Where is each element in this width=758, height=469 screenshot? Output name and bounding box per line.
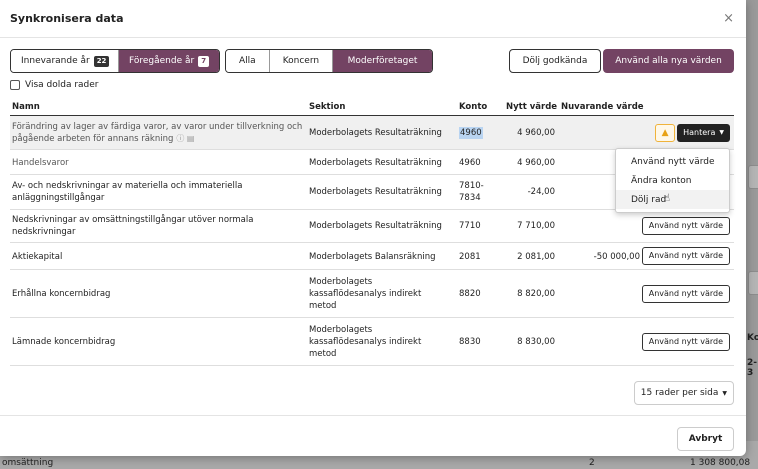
background-text: 2 [589, 458, 595, 468]
use-new-value-button[interactable]: Använd nytt värde [641, 247, 730, 265]
tab-previous-year[interactable]: Föregående år 7 [119, 50, 219, 72]
row-section: Moderbolagets Resultaträkning [309, 157, 442, 168]
row-account-text: 4960 [459, 127, 483, 139]
background-button [748, 271, 758, 295]
tab-parent-company[interactable]: Moderföretaget [333, 50, 432, 72]
row-section: Moderbolagets Resultaträkning [309, 128, 442, 138]
row-section: Moderbolagets Resultaträkning [309, 187, 442, 197]
row-name: Lämnade koncernbidrag [12, 337, 116, 347]
row-actions: Använd nytt värde [641, 217, 730, 235]
row-actions: Använd nytt värde [641, 333, 730, 351]
hide-approved-button[interactable]: Dölj godkända [509, 49, 601, 73]
cancel-button[interactable]: Avbryt [677, 427, 734, 451]
use-new-value-button[interactable]: Använd nytt värde [641, 333, 730, 351]
row-new-value: 8 820,00 [517, 289, 555, 299]
use-new-value-button[interactable]: Använd nytt värde [641, 217, 730, 235]
use-new-value-button[interactable]: Använd nytt värde [641, 285, 730, 303]
manage-dropdown-button[interactable]: Hantera ▼ [677, 124, 730, 142]
menu-item-use-new-value[interactable]: Använd nytt värde [616, 152, 729, 171]
row-name-text: Förändring av lager av färdiga varor, av… [12, 122, 303, 144]
row-section: Moderbolagets Resultaträkning [309, 221, 442, 231]
hand-cursor-icon: ☝ [664, 193, 671, 204]
menu-item-change-accounts[interactable]: Ändra konton [616, 171, 729, 190]
row-name: Förändring av lager av färdiga varor, av… [12, 120, 307, 146]
sync-data-modal: Synkronisera data × Innevarande år 22 Fö… [0, 0, 746, 456]
table-row: Lämnade koncernbidrag Moderbolagets kass… [10, 318, 734, 366]
modal-header: Synkronisera data [0, 0, 746, 38]
toolbar: Innevarande år 22 Föregående år 7 Alla K… [10, 49, 734, 73]
row-name: Handelsvaror [12, 157, 69, 168]
row-new-value: 7 710,00 [517, 221, 555, 231]
background-text: Ko [747, 333, 758, 343]
background-text: 2-3 [747, 358, 757, 378]
row-section: Moderbolagets kassaflödesanalys indirekt… [309, 277, 422, 311]
row-account: 2081 [459, 251, 481, 262]
row-account: 7710 [459, 221, 481, 231]
table-row: Erhållna koncernbidrag Moderbolagets kas… [10, 270, 734, 318]
row-account: 4960 [459, 157, 481, 168]
manage-dropdown-menu: Använd nytt värde Ändra konton Dölj rad [615, 148, 730, 213]
row-name: Aktiekapital [12, 251, 63, 262]
warning-icon: ▲ [655, 124, 676, 142]
caret-down-icon: ▼ [722, 389, 727, 397]
tab-current-year[interactable]: Innevarande år 22 [11, 50, 119, 72]
modal-title: Synkronisera data [10, 12, 124, 25]
row-current-value: -50 000,00 [593, 251, 640, 262]
table-row: Nedskrivningar av omsättningstillgångar … [10, 210, 734, 243]
tab-group[interactable]: Koncern [269, 50, 334, 72]
row-actions: Använd nytt värde [641, 247, 730, 265]
row-new-value: 4 960,00 [517, 157, 555, 168]
row-name: Nedskrivningar av omsättningstillgångar … [12, 215, 254, 237]
header-name: Namn [12, 102, 40, 112]
tab-all[interactable]: Alla [226, 50, 270, 72]
row-section: Moderbolagets Balansräkning [309, 251, 436, 262]
row-new-value: 2 081,00 [517, 251, 555, 262]
manage-label: Hantera [683, 128, 716, 137]
footer-divider [0, 415, 746, 416]
row-new-value: 8 830,00 [517, 337, 555, 347]
tab-label: Innevarande år [21, 56, 90, 66]
row-account: 8820 [459, 289, 481, 299]
use-all-new-values-button[interactable]: Använd alla nya värden [603, 49, 734, 73]
header-section: Sektion [309, 102, 346, 112]
row-name: Erhållna koncernbidrag [12, 289, 111, 299]
row-account: 4960 [459, 120, 499, 146]
info-icon[interactable]: ⓘ ▤ [176, 134, 194, 143]
table-header: Namn Sektion Konto Nytt värde Nuvarande … [10, 98, 734, 116]
row-new-value: 4 960,00 [517, 128, 555, 138]
row-account: 8830 [459, 337, 481, 347]
background-text: 1 308 800,08 [690, 458, 751, 468]
table-row: Aktiekapital Moderbolagets Balansräkning… [10, 243, 734, 270]
row-new-value: -24,00 [527, 187, 555, 197]
header-new-value: Nytt värde [506, 102, 558, 112]
rows-per-page-select[interactable]: 15 rader per sida ▼ [633, 381, 734, 405]
header-current-value: Nuvarande värde [561, 102, 644, 112]
count-badge: 7 [198, 55, 210, 67]
row-actions: Använd nytt värde [641, 285, 730, 303]
caret-down-icon: ▼ [719, 129, 724, 136]
row-name: Av- och nedskrivningar av materiella och… [12, 181, 243, 203]
row-section: Moderbolagets kassaflödesanalys indirekt… [309, 325, 422, 359]
count-badge: 22 [93, 55, 110, 67]
table-row: Förändring av lager av färdiga varor, av… [10, 116, 734, 150]
show-hidden-label: Visa dolda rader [25, 80, 99, 90]
row-account: 7810-7834 [459, 181, 484, 203]
menu-item-hide-row[interactable]: Dölj rad [616, 190, 729, 209]
rows-per-page-label: 15 rader per sida [640, 388, 719, 398]
show-hidden-rows[interactable]: Visa dolda rader [10, 80, 99, 90]
sync-table: Namn Sektion Konto Nytt värde Nuvarande … [10, 98, 734, 366]
period-tabs: Innevarande år 22 Föregående år 7 [10, 49, 220, 73]
header-account: Konto [459, 102, 488, 112]
background-button [748, 165, 758, 189]
close-icon[interactable]: × [723, 11, 734, 26]
scope-tabs: Alla Koncern Moderföretaget [225, 49, 433, 73]
show-hidden-checkbox[interactable] [10, 80, 20, 90]
row-actions: ▲ Hantera ▼ [655, 124, 730, 142]
tab-label: Föregående år [129, 56, 195, 66]
background-text: omsättning [2, 458, 54, 468]
